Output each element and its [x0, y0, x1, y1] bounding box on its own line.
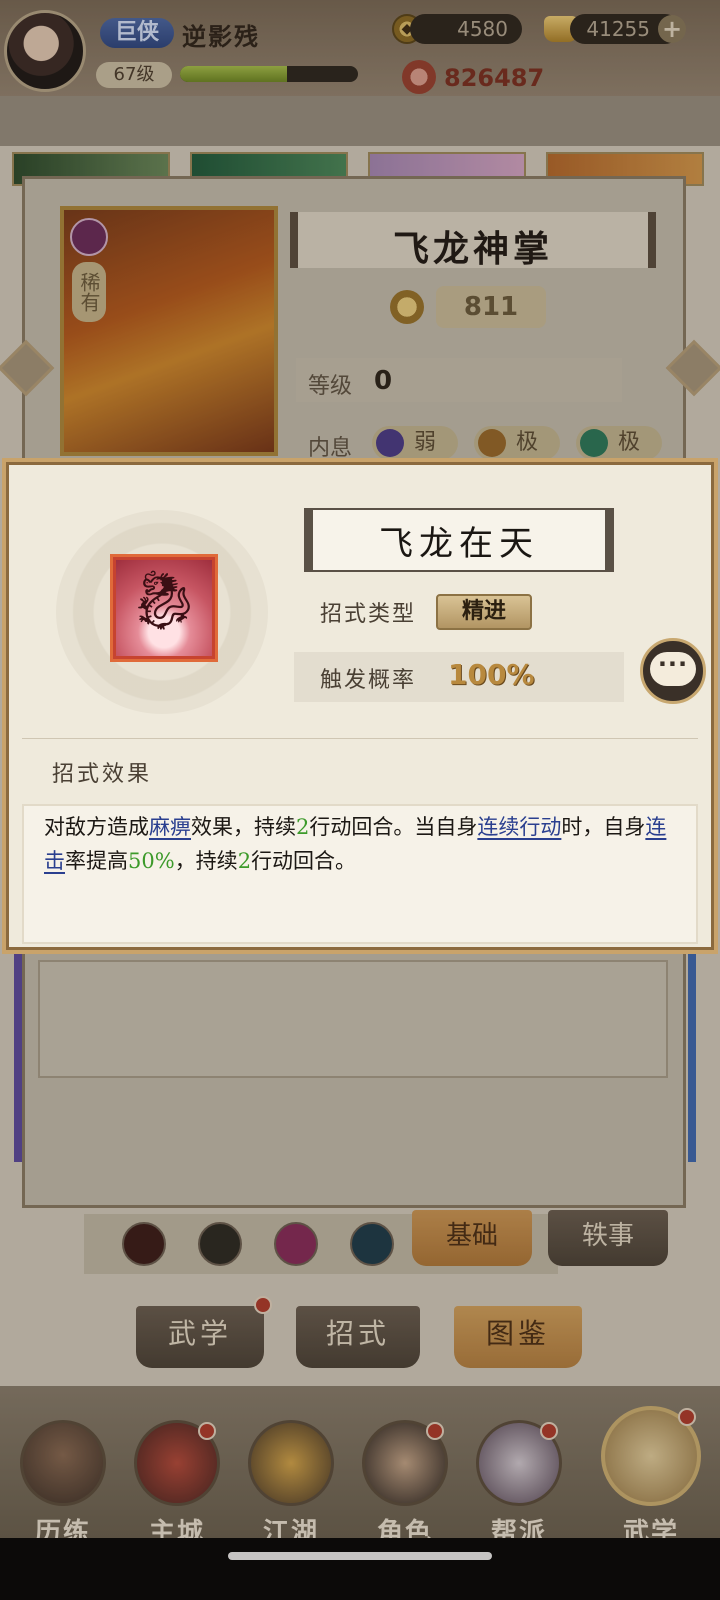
- move-type-label: 招式类型: [320, 602, 417, 627]
- trigger-value: 100%: [448, 658, 535, 691]
- effect-number: 2: [237, 849, 252, 873]
- move-type-badge: 精进: [436, 594, 532, 630]
- effect-text: 时，自身: [561, 815, 646, 839]
- keyword-link[interactable]: 连续行动: [477, 815, 561, 839]
- effect-text: 效果，持续: [191, 815, 296, 839]
- keyword-link[interactable]: 麻痹: [149, 815, 191, 839]
- trigger-label: 触发概率: [320, 668, 417, 693]
- effect-title: 招式效果: [52, 762, 153, 787]
- effect-text: 对敌方造成: [44, 815, 149, 839]
- chat-dots-icon: ···: [657, 650, 689, 678]
- divider: [22, 738, 698, 739]
- effect-text: 率提高: [65, 849, 128, 873]
- effect-text: ，持续: [174, 849, 238, 873]
- effect-text: 行动回合。: [251, 849, 357, 873]
- effect-number: 2: [296, 815, 310, 839]
- dragon-icon: 🐉︎: [127, 566, 201, 634]
- move-title: 飞龙在天: [379, 524, 539, 564]
- effect-description: 对敌方造成麻痹效果，持续2行动回合。当自身连续行动时，自身连击率提高50%，持续…: [44, 810, 680, 878]
- effect-text: 行动回合。当自身: [309, 815, 478, 839]
- effect-number: 50%: [128, 849, 175, 873]
